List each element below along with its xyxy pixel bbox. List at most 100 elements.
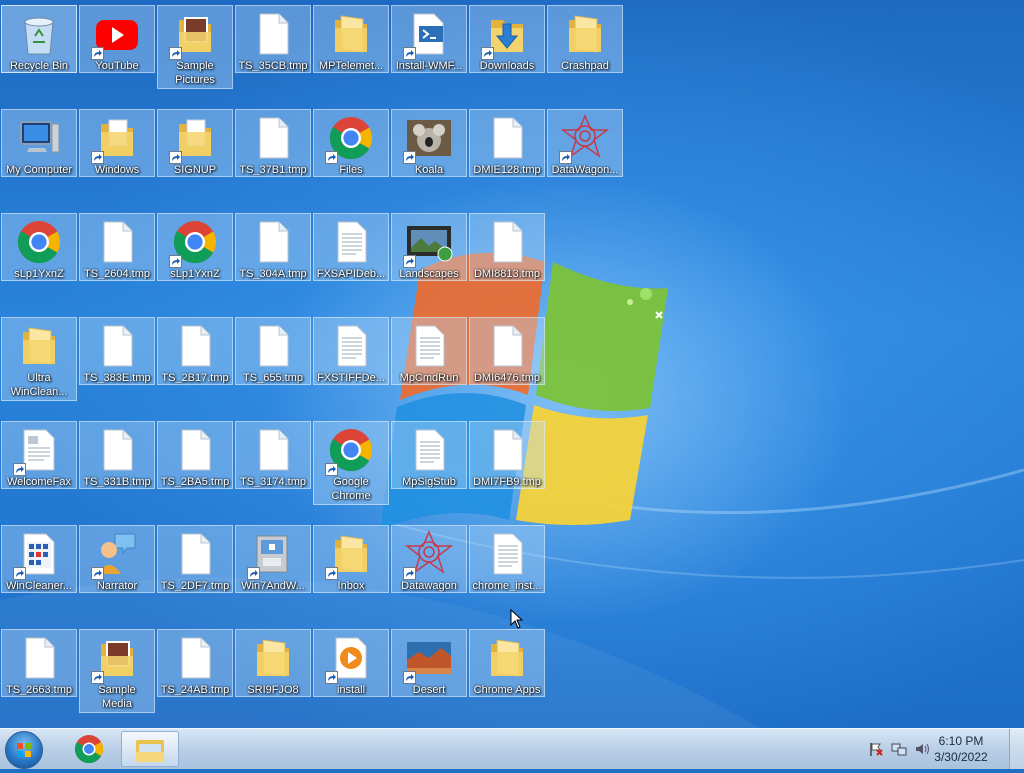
textfile-icon [405,426,453,474]
system-clock[interactable]: 6:10 PM 3/30/2022 [926,733,996,765]
doc-icon [13,426,63,476]
desktop-icon-mptelemet[interactable]: MPTelemet... [313,5,389,73]
shortcut-arrow-icon [169,255,182,268]
desktop-icon-sample-media[interactable]: Sample Media [79,629,155,713]
shortcut-arrow-icon [325,671,338,684]
desktop-icon-fxstiffde[interactable]: FXSTIFFDe... [313,317,389,385]
desktop-icon-install-wmf[interactable]: Install-WMF... [391,5,467,73]
shortcut-arrow-icon [91,151,104,164]
desktop-icon-wincleaner[interactable]: WinCleaner... [1,525,77,593]
downloads-icon [481,10,531,60]
chrome-icon [15,218,63,266]
desktop-icon-label: WelcomeFax [7,476,71,488]
desktop-icon-ts-383e-tmp[interactable]: TS_383E.tmp [79,317,155,385]
desktop-icon-datawagon[interactable]: DataWagon... [547,109,623,177]
desktop-icon-slp1yxnz[interactable]: sLp1YxnZ [157,213,233,281]
desktop-icon-chrome-apps[interactable]: Chrome Apps [469,629,545,697]
desktop-icon-dmie128-tmp[interactable]: DMIE128.tmp [469,109,545,177]
desktop-icon-ts-2663-tmp[interactable]: TS_2663.tmp [1,629,77,697]
desktop-icon-dmi7fb9-tmp[interactable]: DMI7FB9.tmp [469,421,545,489]
desktop-icon-slp1yxnz[interactable]: sLp1YxnZ [1,213,77,281]
desktop-icon-ts-24ab-tmp[interactable]: TS_24AB.tmp [157,629,233,697]
folder-doc-icon [91,114,141,164]
taskbar-chrome-button[interactable] [60,731,118,767]
action-center-flag-icon[interactable] [868,741,884,757]
show-desktop-button[interactable] [1009,729,1024,769]
desktop-icon-label: Datawagon [401,580,457,592]
media-icon [325,634,375,684]
start-button[interactable] [5,731,43,769]
desktop-icon-label: MPTelemet... [318,60,384,72]
desktop-icon-ultra-winclean[interactable]: Ultra WinClean... [1,317,77,401]
desktop-icon-fxsapideb[interactable]: FXSAPIDeb... [313,213,389,281]
desktop-icon-sample-pictures[interactable]: Sample Pictures [157,5,233,89]
desktop-icon-inbox[interactable]: Inbox [313,525,389,593]
chrome-icon [325,426,375,476]
desktop-icon-label: Install-WMF... [395,60,463,72]
network-icon[interactable] [891,741,907,757]
textfile-icon [405,322,453,370]
desktop-icon-label: TS_655.tmp [243,372,303,384]
desktop-icon-label: TS_37B1.tmp [239,164,307,176]
chrome-icon [74,735,103,764]
desktop-icon-files[interactable]: Files [313,109,389,177]
desktop-icon-ts-37b1-tmp[interactable]: TS_37B1.tmp [235,109,311,177]
taskbar-explorer-button[interactable] [121,731,179,767]
explorer-icon [136,740,164,762]
desktop-icon-ts-2ba5-tmp[interactable]: TS_2BA5.tmp [157,421,233,489]
desktop-icon-ts-2df7-tmp[interactable]: TS_2DF7.tmp [157,525,233,593]
desktop-icon-desert[interactable]: Desert [391,629,467,697]
desktop-icon-label: DMI6476.tmp [473,372,541,384]
desktop-icon-downloads[interactable]: Downloads [469,5,545,73]
desktop-icon-ts-304a-tmp[interactable]: TS_304A.tmp [235,213,311,281]
desktop-icon-windows[interactable]: Windows [79,109,155,177]
desktop-icon-ts-2604-tmp[interactable]: TS_2604.tmp [79,213,155,281]
desktop-icon-ts-331b-tmp[interactable]: TS_331B.tmp [79,421,155,489]
desktop-icon-ts-3174-tmp[interactable]: TS_3174.tmp [235,421,311,489]
folder-icon [483,634,531,682]
desktop-icon-label: Sample Media [98,684,136,710]
desktop-icon-mpcmdrun[interactable]: MpCmdRun [391,317,467,385]
desktop-icon-landscapes[interactable]: Landscapes [391,213,467,281]
youtube-icon [91,10,141,60]
recycle-icon [15,10,63,58]
desktop-icon-sri9fjo8[interactable]: SRI9FJO8 [235,629,311,697]
koala-icon [403,114,453,164]
desktop-icon-crashpad[interactable]: Crashpad [547,5,623,73]
desktop-icon-mpsigstub[interactable]: MpSigStub [391,421,467,489]
desktop-icon-welcomefax[interactable]: WelcomeFax [1,421,77,489]
desktop-icon-ts-655-tmp[interactable]: TS_655.tmp [235,317,311,385]
desktop-icon-youtube[interactable]: YouTube [79,5,155,73]
desktop-icon-signup[interactable]: SIGNUP [157,109,233,177]
mouse-cursor-icon [510,609,524,629]
desktop-icon-dmi8813-tmp[interactable]: DMI8813.tmp [469,213,545,281]
file-icon [93,322,141,370]
desktop-icon-label: MpCmdRun [399,372,459,384]
desktop-icon-chrome-inst[interactable]: chrome_inst... [469,525,545,593]
desktop-icon-win7andw[interactable]: Win7AndW... [235,525,311,593]
narrator-icon [91,530,141,580]
desktop-icon-label: TS_35CB.tmp [238,60,308,72]
desktop-icon-ts-35cb-tmp[interactable]: TS_35CB.tmp [235,5,311,73]
file-icon [249,218,297,266]
desktop-icon-label: Crashpad [561,60,609,72]
desktop-icon-google-chrome[interactable]: Google Chrome [313,421,389,505]
desktop-icon-install[interactable]: install [313,629,389,697]
desktop-icon-label: DMIE128.tmp [473,164,541,176]
desktop-icon-label: TS_2B17.tmp [161,372,229,384]
shortcut-arrow-icon [325,151,338,164]
desktop-icon-label: Chrome Apps [473,684,541,696]
shortcut-arrow-icon [559,151,572,164]
desktop-icon-recycle-bin[interactable]: Recycle Bin [1,5,77,73]
desktop-icon-koala[interactable]: Koala [391,109,467,177]
desktop-icon-label: Narrator [96,580,138,592]
desktop-icon-datawagon[interactable]: Datawagon [391,525,467,593]
desktop-icon-label: DMI8813.tmp [473,268,541,280]
file-icon [171,322,219,370]
desktop-icon-narrator[interactable]: Narrator [79,525,155,593]
clock-time: 6:10 PM [938,734,984,748]
desktop-icon-label: WinCleaner... [5,580,73,592]
desktop-icon-dmi6476-tmp[interactable]: DMI6476.tmp [469,317,545,385]
desktop-icon-my-computer[interactable]: My Computer [1,109,77,177]
desktop-icon-ts-2b17-tmp[interactable]: TS_2B17.tmp [157,317,233,385]
